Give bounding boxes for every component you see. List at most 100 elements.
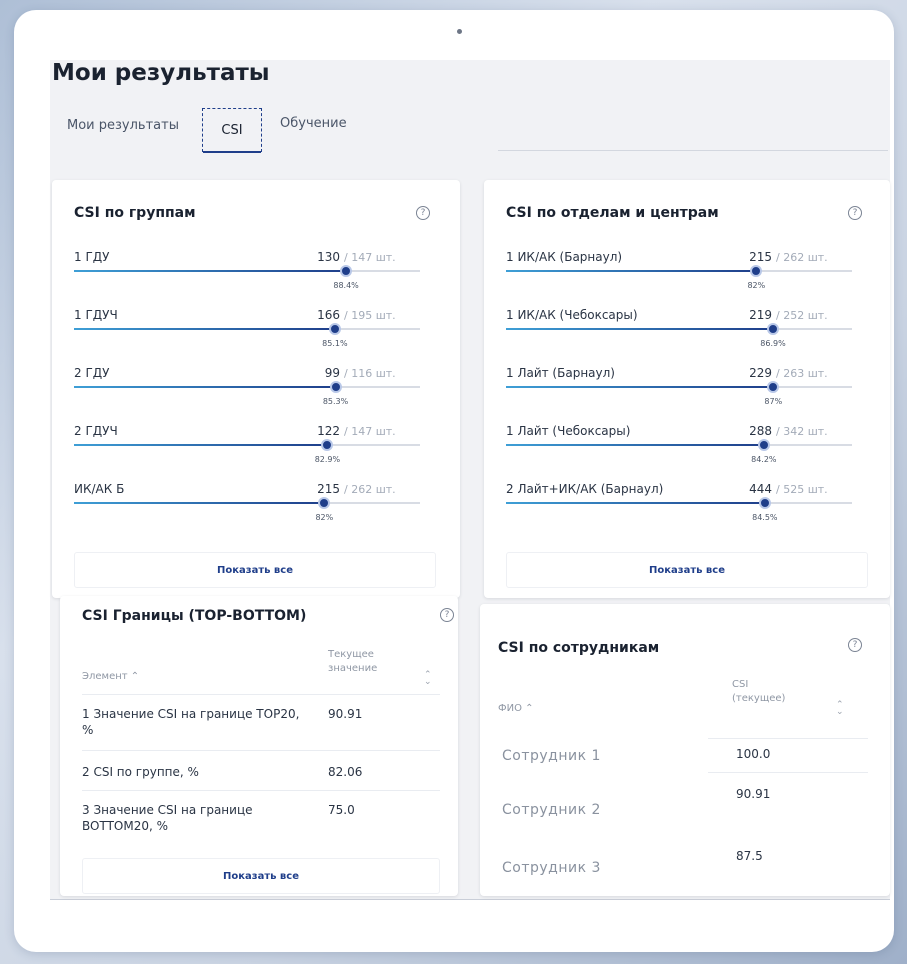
show-all-button[interactable]: Показать все bbox=[82, 858, 440, 894]
bar-max: / 342 шт. bbox=[776, 425, 828, 438]
bar-max: / 262 шт. bbox=[344, 483, 396, 496]
bar-label: ИК/АК Б bbox=[74, 482, 125, 496]
card-title: CSI Границы (TOP-BOTTOM) bbox=[82, 608, 307, 624]
bar-fill bbox=[74, 270, 347, 272]
show-all-button[interactable]: Показать все bbox=[74, 552, 436, 588]
sort-icon[interactable]: ⌃ ⌄ bbox=[424, 670, 432, 686]
bar-value: 99 bbox=[324, 366, 340, 380]
bar-knob bbox=[321, 439, 334, 451]
card-title: CSI по отделам и центрам bbox=[506, 205, 719, 221]
bar-label: 1 ГДУЧ bbox=[74, 308, 118, 322]
bar-row: 2 ГДУЧ 122 / 147 шт. 82.9% bbox=[74, 424, 420, 476]
column-header-name[interactable]: ФИО ⌃ bbox=[498, 702, 534, 716]
show-all-button[interactable]: Показать все bbox=[506, 552, 868, 588]
column-header-csi[interactable]: CSI (текущее) bbox=[732, 678, 802, 706]
bar-row: 2 Лайт+ИК/АК (Барнаул) 444 / 525 шт. 84.5% bbox=[506, 482, 852, 534]
tab-training[interactable]: Обучение bbox=[280, 116, 347, 131]
bar-row: 1 ГДУЧ 166 / 195 шт. 85.1% bbox=[74, 308, 420, 360]
tab-my-results[interactable]: Мои результаты bbox=[67, 118, 179, 133]
bar-knob bbox=[766, 323, 779, 335]
bar-label: 1 ИК/АК (Чебоксары) bbox=[506, 308, 638, 322]
page-title: Мои результаты bbox=[52, 60, 270, 86]
bar-label: 2 ГДУЧ bbox=[74, 424, 118, 438]
bar-track bbox=[506, 323, 852, 335]
bar-label: 2 Лайт+ИК/АК (Барнаул) bbox=[506, 482, 664, 496]
employee-name: Сотрудник 1 bbox=[502, 748, 601, 764]
bar-fill bbox=[506, 270, 757, 272]
bar-track bbox=[506, 439, 852, 451]
employee-name: Сотрудник 2 bbox=[502, 802, 601, 818]
bar-max: / 525 шт. bbox=[776, 483, 828, 496]
bar-label: 2 ГДУ bbox=[74, 366, 110, 380]
bar-value: 444 bbox=[749, 482, 772, 496]
bar-fill bbox=[74, 328, 335, 330]
csi-groups-card: CSI по группам ? 1 ГДУ 130/ 147 шт. 88.4% 1… bbox=[52, 180, 460, 598]
table-cell-value: 90.91 bbox=[328, 707, 363, 721]
row-separator bbox=[708, 738, 868, 739]
column-header-element[interactable]: Элемент ⌃ bbox=[82, 670, 139, 684]
bar-max: / 116 шт. bbox=[344, 367, 396, 380]
bar-percent: 82% bbox=[315, 513, 334, 522]
bar-label: 1 ИК/АК (Барнаул) bbox=[506, 250, 623, 264]
bar-fill bbox=[506, 386, 774, 388]
bar-knob bbox=[758, 497, 771, 509]
csi-employees-card: CSI по сотрудникам ? ФИО ⌃ CSI (текущее)… bbox=[480, 604, 890, 896]
bar-label: 1 ГДУ bbox=[74, 250, 110, 264]
table-cell-element: 3 Значение CSI на границе BOTTOM20, % bbox=[82, 803, 253, 834]
bar-fill bbox=[506, 444, 764, 446]
bar-percent: 86.9% bbox=[760, 339, 786, 348]
sort-icon[interactable]: ⌃ ⌄ bbox=[836, 700, 844, 716]
csi-bounds-card: CSI Границы (TOP-BOTTOM) ? Элемент ⌃ Тек… bbox=[60, 596, 458, 896]
bar-value: 229 bbox=[749, 366, 772, 380]
help-icon[interactable]: ? bbox=[848, 206, 862, 220]
bar-row: 1 ГДУ 130 / 147 шт. 88.4% bbox=[74, 250, 420, 302]
bar-value: 166 bbox=[317, 308, 340, 322]
table-cell-value: 75.0 bbox=[328, 803, 355, 817]
bar-track bbox=[74, 497, 420, 509]
bar-fill bbox=[506, 502, 765, 504]
bar-row: 1 Лайт (Барнаул) 229 / 263 шт. 87% bbox=[506, 366, 852, 418]
bar-track bbox=[74, 265, 420, 277]
bar-max: / 252 шт. bbox=[776, 309, 828, 322]
column-header-current[interactable]: Текущее значение bbox=[328, 648, 398, 676]
tab-csi[interactable]: CSI bbox=[202, 108, 262, 153]
bar-fill bbox=[74, 502, 325, 504]
bar-row: 2 ГДУ 99 / 116 шт. 85.3% bbox=[74, 366, 420, 418]
bar-percent: 85.3% bbox=[322, 397, 349, 406]
bar-row: 1 Лайт (Чебоксары) 288 / 342 шт. 84.2% bbox=[506, 424, 852, 476]
help-icon[interactable]: ? bbox=[416, 206, 430, 220]
employee-csi-value: 100.0 bbox=[736, 747, 771, 761]
help-icon[interactable]: ? bbox=[848, 638, 862, 652]
bar-max: / 262 шт. bbox=[776, 251, 828, 264]
bar-track bbox=[506, 497, 852, 509]
bar-max: / 263 шт. bbox=[776, 367, 828, 380]
bar-track bbox=[506, 381, 852, 393]
bar-knob bbox=[318, 497, 331, 509]
row-separator bbox=[708, 772, 868, 773]
bar-percent: 84.5% bbox=[752, 513, 778, 522]
bar-percent: 87% bbox=[764, 397, 783, 406]
bar-value: 130 bbox=[317, 250, 340, 264]
bar-value: 215 bbox=[749, 250, 772, 264]
bar-track bbox=[506, 265, 852, 277]
employee-csi-value: 90.91 bbox=[736, 787, 771, 801]
bar-value: 122 bbox=[317, 424, 340, 438]
table-cell-value: 82.06 bbox=[328, 765, 363, 779]
bar-max: / 195 шт. bbox=[344, 309, 396, 322]
help-icon[interactable]: ? bbox=[440, 608, 454, 622]
table-cell-element: 1 Значение CSI на границе TOP20, % bbox=[82, 707, 300, 738]
bar-percent: 85.1% bbox=[322, 339, 348, 348]
bar-max: / 147 шт. bbox=[344, 425, 396, 438]
table-cell-element: 2 CSI по группе, % bbox=[82, 765, 199, 779]
bar-fill bbox=[74, 444, 328, 446]
bar-row: 1 ИК/АК (Барнаул) 215 / 262 шт. 82% bbox=[506, 250, 852, 302]
employee-name: Сотрудник 3 bbox=[502, 860, 601, 876]
employee-csi-value: 87.5 bbox=[736, 849, 763, 863]
bar-row: ИК/АК Б 215 / 262 шт. 82% bbox=[74, 482, 420, 534]
bar-percent: 82.9% bbox=[314, 455, 341, 464]
bar-knob bbox=[328, 323, 341, 335]
sort-up-icon: ⌃ bbox=[130, 671, 140, 682]
bar-percent: 82% bbox=[747, 281, 766, 290]
bar-fill bbox=[506, 328, 773, 330]
bar-track bbox=[74, 323, 420, 335]
